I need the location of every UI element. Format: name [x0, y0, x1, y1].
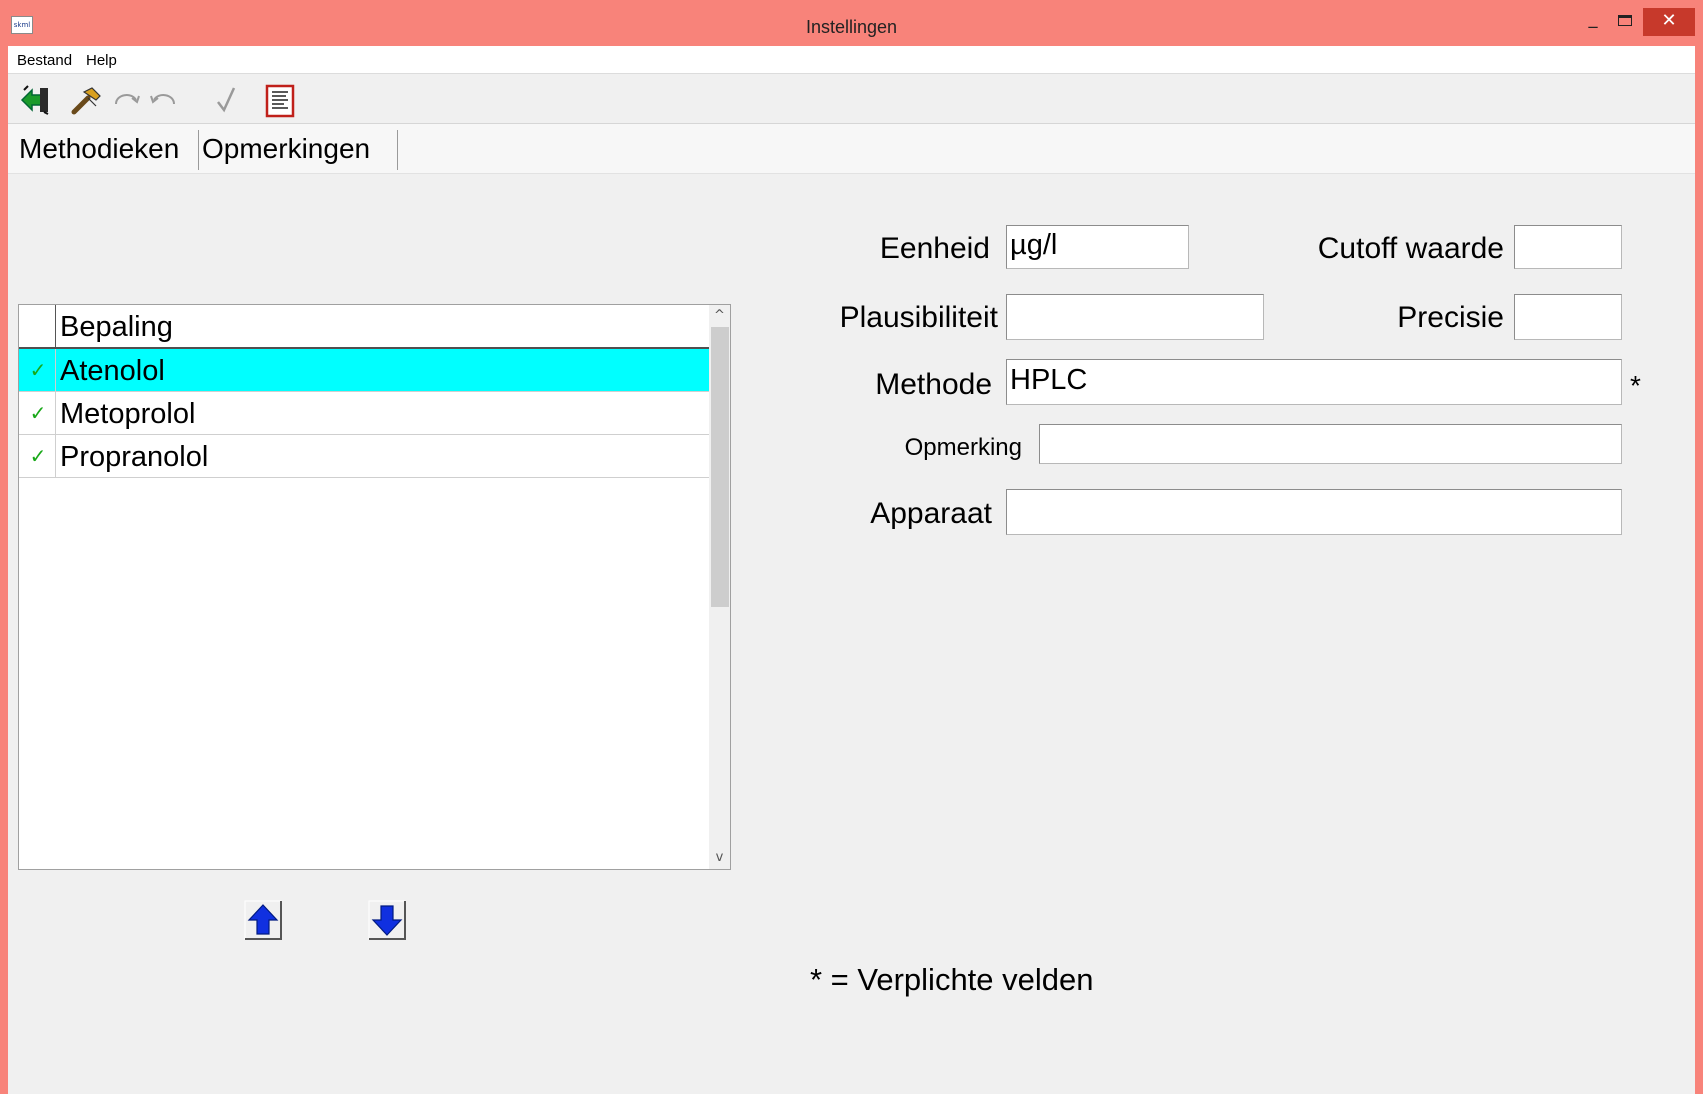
checkmark-icon	[217, 87, 236, 113]
undo-icon	[150, 94, 175, 105]
eenheid-label: Eenheid	[879, 232, 990, 265]
opmerking-label: Opmerking	[904, 434, 1022, 461]
apparaat-input[interactable]	[1006, 489, 1622, 535]
table-row[interactable]: ✓ Metoprolol	[19, 392, 709, 435]
maximize-icon	[1618, 15, 1632, 26]
eenheid-input[interactable]: µg/l	[1006, 225, 1189, 269]
row-label: Metoprolol	[60, 398, 196, 430]
arrow-up-icon	[244, 900, 282, 940]
opmerking-input[interactable]	[1039, 424, 1622, 464]
grid-scrollbar[interactable]: ^ v	[709, 305, 730, 869]
column-header-bepaling[interactable]: Bepaling	[60, 307, 173, 347]
title-bar[interactable]: skml Instellingen _ ✕	[0, 0, 1703, 46]
window-title: Instellingen	[805, 17, 898, 37]
report-button[interactable]	[264, 84, 296, 118]
precisie-label: Precisie	[1397, 301, 1504, 334]
required-marker: *	[1630, 370, 1641, 401]
tab-bar: Methodieken Opmerkingen	[8, 124, 1695, 174]
precisie-input[interactable]	[1514, 294, 1622, 340]
check-icon: ✓	[29, 401, 47, 425]
table-row[interactable]: ✓ Propranolol	[19, 435, 709, 478]
redo-button[interactable]	[112, 84, 142, 114]
undo-button[interactable]	[148, 84, 178, 114]
scroll-up-button[interactable]: ^	[709, 305, 730, 327]
confirm-button[interactable]	[214, 84, 238, 114]
exit-icon	[20, 85, 49, 115]
plausibiliteit-label: Plausibiliteit	[839, 301, 998, 334]
redo-icon	[115, 94, 140, 105]
check-icon: ✓	[29, 444, 47, 468]
row-label: Atenolol	[60, 355, 165, 387]
table-row[interactable]: ✓ Atenolol	[19, 349, 709, 392]
check-icon: ✓	[29, 358, 47, 382]
move-up-button[interactable]	[244, 900, 282, 940]
cutoff-input[interactable]	[1514, 225, 1622, 269]
cutoff-label: Cutoff waarde	[1317, 232, 1504, 265]
menu-bar: Bestand Help	[8, 46, 1695, 74]
tab-opmerkingen[interactable]: Opmerkingen	[198, 130, 398, 170]
methode-label: Methode	[875, 368, 992, 401]
grid-header-selector	[19, 305, 56, 347]
exit-button[interactable]	[18, 84, 52, 115]
grid-header: Bepaling	[19, 305, 709, 349]
document-icon	[265, 84, 295, 118]
move-down-button[interactable]	[368, 900, 406, 940]
menu-help[interactable]: Help	[86, 52, 117, 69]
arrow-down-icon	[368, 900, 406, 940]
scroll-thumb[interactable]	[711, 327, 729, 607]
tab-methodieken[interactable]: Methodieken	[16, 130, 198, 170]
maximize-button[interactable]	[1610, 8, 1640, 36]
scroll-down-button[interactable]: v	[709, 847, 730, 869]
toolbar	[8, 74, 1695, 124]
apparaat-label: Apparaat	[870, 497, 992, 530]
close-button[interactable]: ✕	[1643, 8, 1695, 36]
hammer-icon	[71, 87, 101, 115]
menu-bestand[interactable]: Bestand	[17, 52, 72, 69]
minimize-button[interactable]: _	[1578, 8, 1608, 36]
plausibiliteit-input[interactable]	[1006, 294, 1264, 340]
build-button[interactable]	[70, 84, 104, 115]
row-label: Propranolol	[60, 441, 209, 473]
methode-input[interactable]: HPLC	[1006, 359, 1622, 405]
bepaling-grid[interactable]: Bepaling ✓ Atenolol ✓ Metoprolol ✓ Propr…	[18, 304, 731, 870]
required-fields-note: * = Verplichte velden	[810, 962, 1094, 997]
